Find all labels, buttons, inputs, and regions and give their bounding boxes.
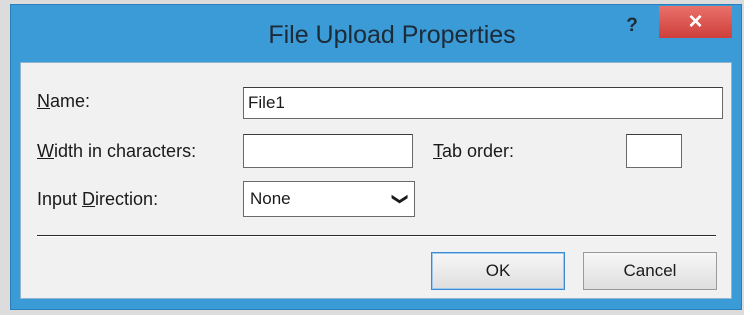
dialog-window: File Upload Properties ? × Name: File1 W… <box>10 4 742 310</box>
dialog-body: Name: File1 Width in characters: Tab ord… <box>20 62 732 299</box>
input-direction-select[interactable]: None ❯ <box>243 181 415 217</box>
width-label: Width in characters: <box>37 141 197 161</box>
name-input[interactable]: File1 <box>243 87 723 119</box>
separator <box>37 235 716 237</box>
cancel-button[interactable]: Cancel <box>583 252 717 290</box>
tab-order-label: Tab order: <box>433 141 515 161</box>
close-button[interactable]: × <box>659 6 732 38</box>
width-input[interactable] <box>243 134 413 168</box>
title-bar[interactable]: File Upload Properties ? × <box>11 5 741 59</box>
name-label: Name: <box>37 91 91 111</box>
tab-order-input[interactable] <box>626 134 682 168</box>
close-icon: × <box>688 8 703 35</box>
ok-button[interactable]: OK <box>431 252 565 290</box>
help-button[interactable]: ? <box>617 11 647 41</box>
input-direction-value: None <box>250 189 291 208</box>
input-direction-label: Input Direction: <box>37 189 159 209</box>
chevron-down-icon: ❯ <box>391 192 409 206</box>
